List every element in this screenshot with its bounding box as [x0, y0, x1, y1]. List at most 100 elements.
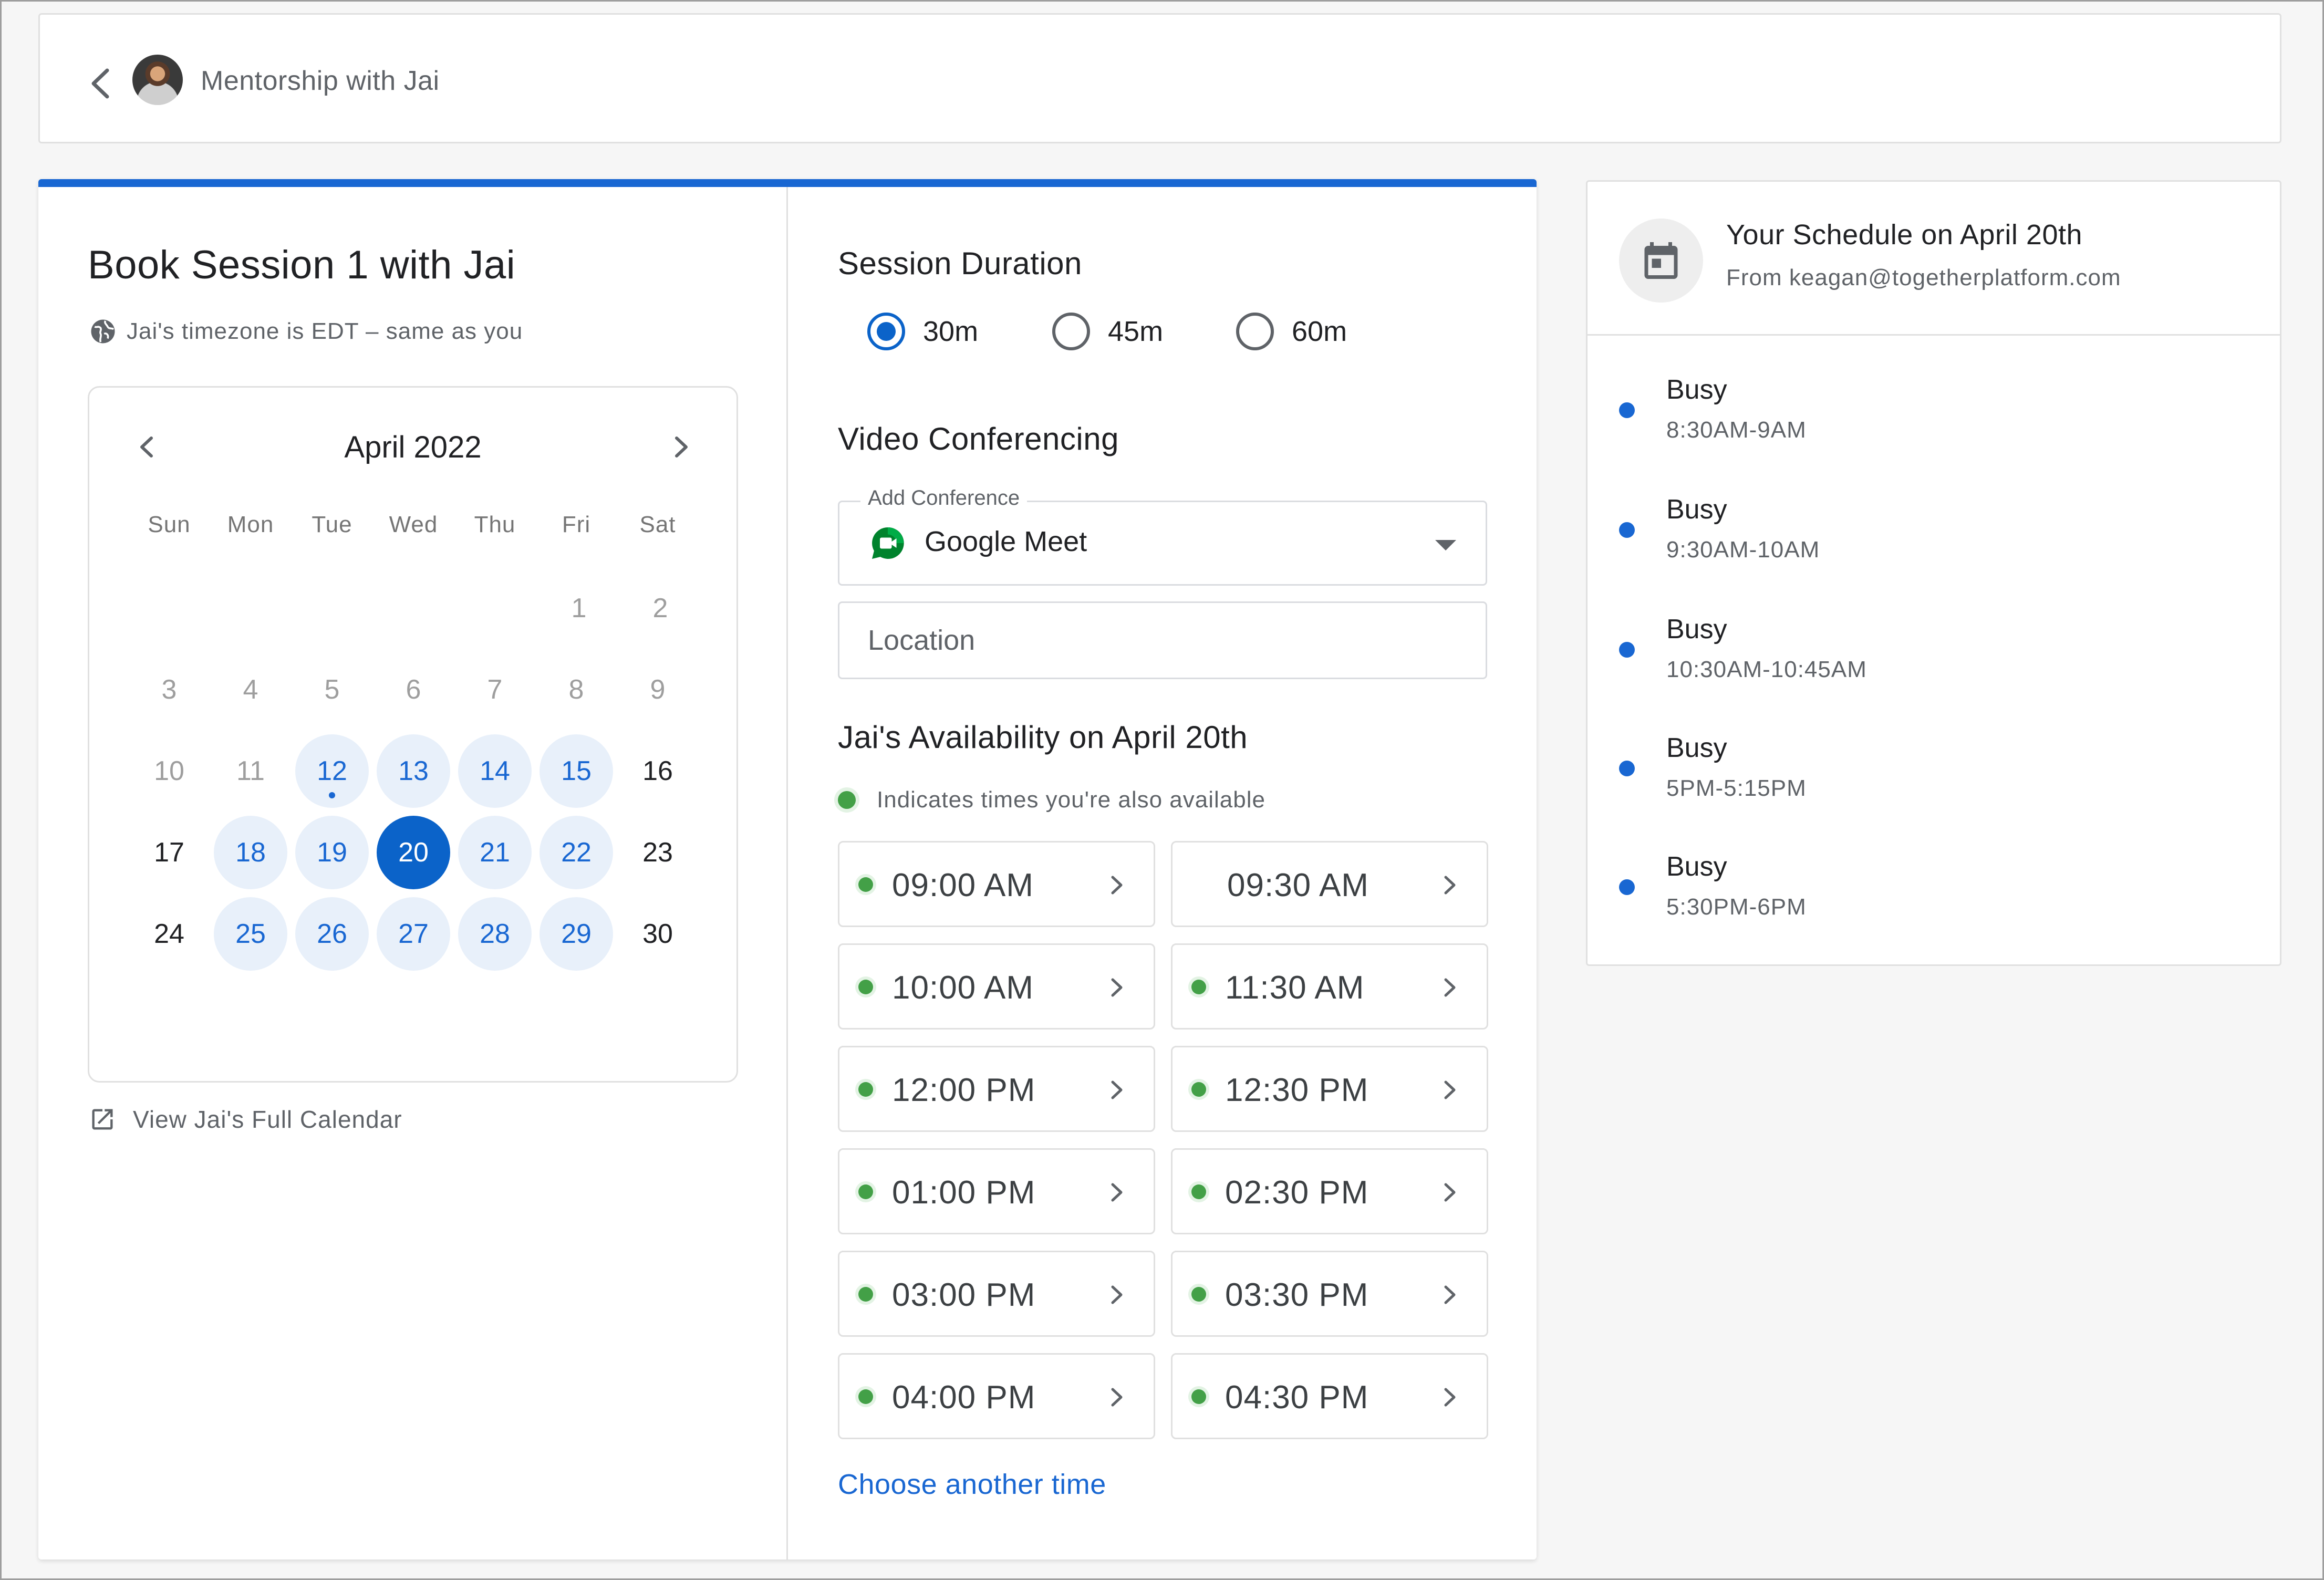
calendar-day-available[interactable]: 27	[377, 897, 450, 971]
choose-another-time-link[interactable]: Choose another time	[838, 1468, 1106, 1501]
calendar-day-available[interactable]: 26	[295, 897, 369, 971]
duration-option-30m[interactable]: 30m	[867, 310, 978, 352]
calendar-day: 9	[650, 674, 666, 705]
conference-select-value: Google Meet	[925, 526, 1087, 557]
calendar-day: 11	[236, 756, 265, 786]
page-title: Mentorship with Jai	[201, 66, 440, 96]
radio-selected-icon	[867, 313, 905, 350]
calendar-day-available[interactable]: 28	[458, 897, 532, 971]
busy-event-time: 5:30PM-6PM	[1666, 894, 1807, 920]
header-bar: Mentorship with Jai	[38, 13, 2281, 143]
busy-event-label: Busy	[1666, 851, 1727, 882]
calendar-day-available[interactable]: 29	[540, 897, 613, 971]
time-slot-button[interactable]: 09:00 AM	[838, 841, 1155, 927]
calendar-day-available[interactable]: 18	[214, 816, 287, 889]
location-placeholder: Location	[868, 625, 976, 656]
busy-event-label: Busy	[1666, 614, 1727, 645]
available-dot-icon	[1191, 1287, 1206, 1302]
time-slot-label: 02:30 PM	[1225, 1174, 1369, 1211]
calendar-day-number: 12	[317, 756, 347, 786]
time-slot-button[interactable]: 04:00 PM	[838, 1353, 1155, 1439]
calendar-day-selected[interactable]: 20	[377, 816, 450, 889]
busy-event-label: Busy	[1666, 494, 1727, 525]
time-slot-label: 10:00 AM	[892, 970, 1034, 1006]
time-slot-button[interactable]: 09:30 AM	[1171, 841, 1488, 927]
time-slot-label: 09:30 AM	[1227, 867, 1369, 903]
time-slot-button[interactable]: 04:30 PM	[1171, 1353, 1488, 1439]
conference-select[interactable]: Add Conference Google Meet	[838, 486, 1487, 586]
calendar-day-available[interactable]: 14	[458, 734, 532, 808]
dropdown-arrow-icon[interactable]	[1435, 540, 1456, 550]
weekday-label: Mon	[227, 512, 274, 537]
busy-event: Busy 8:30AM-9AM	[1619, 359, 2249, 454]
view-full-calendar-label: View Jai's Full Calendar	[133, 1106, 402, 1133]
time-slot-label: 04:30 PM	[1225, 1379, 1369, 1416]
chevron-right-icon	[1111, 1080, 1123, 1099]
time-slot-button[interactable]: 12:30 PM	[1171, 1046, 1488, 1132]
time-slot-button[interactable]: 12:00 PM	[838, 1046, 1155, 1132]
calendar-icon-badge	[1619, 219, 1703, 303]
chevron-right-icon	[1111, 1285, 1123, 1304]
schedule-divider	[1588, 334, 2280, 336]
schedule-source: From keagan@togetherplatform.com	[1726, 265, 2121, 290]
calendar-month-label: April 2022	[344, 430, 482, 464]
time-slot-button[interactable]: 02:30 PM	[1171, 1148, 1488, 1234]
busy-event-time: 9:30AM-10AM	[1666, 537, 1820, 563]
duration-label: 45m	[1108, 316, 1164, 347]
schedule-title: Your Schedule on April 20th	[1726, 219, 2083, 251]
duration-option-45m[interactable]: 45m	[1052, 310, 1163, 352]
event-dot-icon	[1619, 522, 1635, 538]
busy-event: Busy 5:30PM-6PM	[1619, 836, 2249, 931]
time-slot-label: 11:30 AM	[1225, 970, 1365, 1006]
time-slot-label: 09:00 AM	[892, 867, 1034, 903]
time-slot-button[interactable]: 11:30 AM	[1171, 943, 1488, 1030]
location-input[interactable]: Location	[838, 601, 1487, 679]
calendar-day-available[interactable]: 19	[295, 816, 369, 889]
calendar-day: 16	[642, 756, 673, 786]
time-slot-button[interactable]: 03:00 PM	[838, 1251, 1155, 1337]
time-slot-label: 01:00 PM	[892, 1174, 1036, 1211]
chevron-right-icon	[1111, 978, 1123, 997]
calendar-day: 1	[571, 593, 587, 623]
calendar-day-available[interactable]: 13	[377, 734, 450, 808]
time-slot-button[interactable]: 01:00 PM	[838, 1148, 1155, 1234]
calendar-day-available[interactable]: 25	[214, 897, 287, 971]
calendar-day-available[interactable]: 15	[540, 734, 613, 808]
chevron-right-icon	[1444, 876, 1456, 895]
available-dot-icon	[858, 1082, 873, 1097]
next-month-icon[interactable]	[665, 429, 697, 465]
available-dot-icon	[838, 791, 856, 809]
calendar-day: 7	[487, 674, 503, 705]
radio-unselected-icon	[1236, 313, 1274, 350]
video-conferencing-title: Video Conferencing	[838, 421, 1119, 456]
calendar-day: 6	[406, 674, 421, 705]
chevron-right-icon	[1444, 1080, 1456, 1099]
chevron-right-icon	[1444, 1285, 1456, 1304]
duration-option-60m[interactable]: 60m	[1236, 310, 1347, 352]
app-window: Mentorship with Jai Book Session 1 with …	[0, 0, 2324, 1580]
avatar	[132, 55, 183, 105]
booking-card: Book Session 1 with Jai Jai's timezone i…	[38, 179, 1537, 1560]
event-dot-icon	[1619, 879, 1635, 895]
available-dot-icon	[1191, 1082, 1206, 1097]
calendar-day-available[interactable]: 22	[540, 816, 613, 889]
booking-title: Book Session 1 with Jai	[88, 243, 516, 287]
calendar-icon	[1644, 242, 1678, 279]
back-chevron-icon[interactable]	[86, 65, 116, 102]
today-indicator	[329, 792, 335, 798]
availability-title: Jai's Availability on April 20th	[838, 720, 1248, 755]
view-full-calendar-link[interactable]: View Jai's Full Calendar	[89, 1104, 402, 1135]
time-slot-button[interactable]: 10:00 AM	[838, 943, 1155, 1030]
calendar-day-today[interactable]: 12	[295, 734, 369, 808]
globe-icon	[91, 319, 115, 344]
available-dot-icon	[1191, 1389, 1206, 1404]
weekday-label: Sat	[639, 512, 676, 537]
calendar-day-available[interactable]: 21	[458, 816, 532, 889]
chevron-right-icon	[1111, 1388, 1123, 1407]
busy-event-time: 10:30AM-10:45AM	[1666, 657, 1867, 682]
calendar-day: 3	[161, 674, 177, 705]
radio-unselected-icon	[1052, 313, 1090, 350]
calendar-day: 23	[642, 837, 673, 868]
available-dot-icon	[858, 877, 873, 892]
time-slot-button[interactable]: 03:30 PM	[1171, 1251, 1488, 1337]
